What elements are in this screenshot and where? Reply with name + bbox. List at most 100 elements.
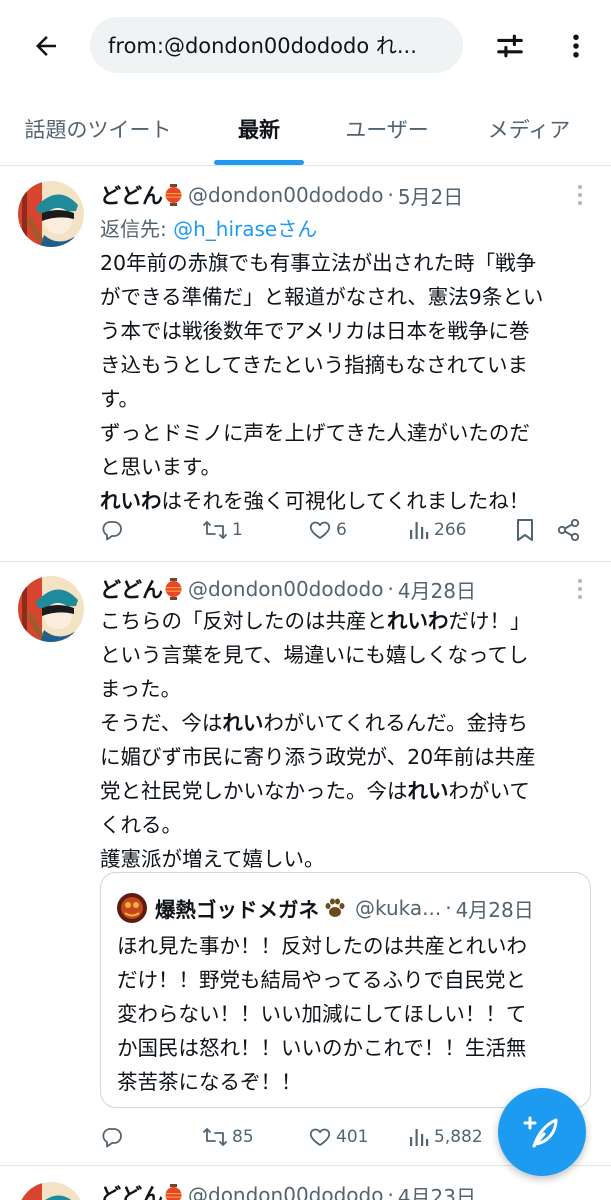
tweet[interactable]: どどん @dondon00dododo · 4月23日 <box>0 1166 611 1200</box>
separator-dot: · <box>387 183 394 207</box>
reply-button[interactable] <box>100 515 128 545</box>
user-handle[interactable]: @dondon00dododo <box>188 1183 383 1200</box>
quoted-tweet-text: ほれ見た事か！！反対したのは共産とれいわ だけ！！野党も結局やってるふりで自民党… <box>117 929 577 1099</box>
retweet-button[interactable]: 1 <box>202 515 243 545</box>
display-name[interactable]: どどん <box>100 1180 163 1200</box>
search-filter-button[interactable] <box>486 22 534 70</box>
avatar-illustration-icon <box>18 181 84 247</box>
lantern-icon <box>165 1184 182 1200</box>
tweet-text-line: に媚びず市民に寄り添う政党が、20年前は共産 <box>100 745 536 769</box>
tweet-text-line: まった。 <box>100 677 182 701</box>
separator-dot: · <box>387 577 394 601</box>
tweet-text-fragment: 党と社民党しかいなかった。今は <box>100 779 408 803</box>
tweet-text: 20年前の赤旗でも有事立法が出された時「戦争 ができる準備だ」と報道がなされ、憲… <box>100 246 590 518</box>
tab-top[interactable]: 話題のツイート <box>0 92 196 166</box>
tweet-text-line: くれる。 <box>100 813 182 837</box>
more-vertical-icon <box>578 185 582 205</box>
feather-plus-icon <box>523 1116 558 1148</box>
avatar[interactable] <box>18 181 84 247</box>
heart-icon <box>309 1128 331 1146</box>
lantern-icon <box>165 578 182 600</box>
display-name[interactable]: どどん <box>100 180 163 210</box>
like-button[interactable]: 6 <box>308 515 347 545</box>
reply-prefix: 返信先: <box>100 217 174 241</box>
reply-mention-link[interactable]: @h_hiraseさん <box>173 217 317 241</box>
tweet-text-line: だけ！！野党も結局やってるふりで自民党と <box>117 968 526 992</box>
separator-dot: · <box>387 1183 394 1200</box>
top-bar: from:@dondon00dododo れ... <box>0 0 611 92</box>
tweet-text-fragment: わがいてくれるんだ。金持ち <box>263 711 529 735</box>
share-button[interactable] <box>556 515 582 545</box>
display-name[interactable]: どどん <box>100 574 163 604</box>
avatar-illustration-icon <box>18 576 84 642</box>
tweet-text-line: という言葉を見て、場違いにも嬉しくなってし <box>100 643 529 667</box>
tweet-text-line: 20年前の赤旗でも有事立法が出された時「戦争 <box>100 251 537 275</box>
paw-icon <box>323 897 347 919</box>
lantern-icon <box>165 184 182 206</box>
tweet-text-line: ができる準備だ」と報道がなされ、憲法9条とい <box>100 285 544 309</box>
user-handle[interactable]: @dondon00dododo <box>188 577 383 601</box>
tweet-header: どどん @dondon00dododo · 5月2日 <box>100 180 463 210</box>
separator-dot: · <box>445 896 452 920</box>
tweet-date[interactable]: 4月23日 <box>398 1181 476 1200</box>
tweet-text-line: ずっとドミノに声を上げてきた人達がいたのだ <box>100 421 530 445</box>
quoted-tweet-date[interactable]: 4月28日 <box>456 894 534 923</box>
retweet-icon <box>203 521 227 539</box>
tweet-text-line: う本では戦後数年でアメリカは日本を戦争に巻 <box>100 319 530 343</box>
search-tabs: 話題のツイート 最新 ユーザー メディア <box>0 92 611 166</box>
tweet-text-line: そうだ、今はれいわがいてくれるんだ。金持ち <box>100 706 590 740</box>
back-button[interactable] <box>22 22 70 70</box>
more-vertical-icon <box>573 34 579 58</box>
view-count: 5,882 <box>434 1127 483 1147</box>
tweet-text-fragment: こちらの「反対したのは共産と <box>100 609 387 633</box>
tweet-text-line: 護憲派が増えて嬉しい。 <box>100 847 325 871</box>
reply-button[interactable] <box>100 1122 128 1152</box>
tab-people[interactable]: ユーザー <box>322 92 452 166</box>
highlighted-term: れいわ <box>100 489 162 513</box>
tweet-text-fragment: わがいて <box>448 779 530 803</box>
compose-tweet-button[interactable] <box>498 1088 586 1176</box>
highlighted-term: れい <box>407 779 449 803</box>
tweet[interactable]: どどん @dondon00dododo · 5月2日 返信先: @h_hiras… <box>0 167 611 562</box>
view-count: 266 <box>434 520 467 540</box>
tweet-text-line: こちらの「反対したのは共産とれいわだけ！」 <box>100 604 590 638</box>
tweet-text-line: か国民は怒れ！！いいのかこれで！！生活無 <box>117 1036 527 1060</box>
reply-context: 返信先: @h_hiraseさん <box>100 213 317 242</box>
quoted-user-handle[interactable]: @kuka... <box>355 896 441 920</box>
views-button[interactable]: 266 <box>408 515 466 545</box>
retweet-button[interactable]: 85 <box>202 1122 254 1152</box>
quoted-display-name[interactable]: 爆熱ゴッドメガネ <box>155 893 319 923</box>
tweet-text: こちらの「反対したのは共産とれいわだけ！」 という言葉を見て、場違いにも嬉しくな… <box>100 604 590 876</box>
views-button[interactable]: 5,882 <box>408 1122 483 1152</box>
tweet-text-line: と思います。 <box>100 455 221 479</box>
avatar[interactable] <box>18 1182 84 1200</box>
quoted-avatar[interactable] <box>117 893 147 923</box>
tab-latest[interactable]: 最新 <box>200 92 318 166</box>
retweet-icon <box>203 1128 227 1146</box>
highlighted-term: れいわ <box>387 609 449 633</box>
tweet-text-line: き込もうとしてきたという指摘もなされていま <box>100 353 529 377</box>
tweet-text-fragment: そうだ、今は <box>100 711 223 735</box>
search-input[interactable]: from:@dondon00dododo れ... <box>90 17 463 73</box>
search-query-text: from:@dondon00dododo れ... <box>108 34 417 58</box>
tweet-date[interactable]: 5月2日 <box>398 181 463 210</box>
tweet-more-button[interactable] <box>570 574 590 604</box>
user-handle[interactable]: @dondon00dododo <box>188 183 383 207</box>
tweet-text-line: 茶苦茶になるぞ！！ <box>117 1070 302 1094</box>
sliders-icon <box>497 34 523 58</box>
avatar[interactable] <box>18 576 84 642</box>
share-icon <box>557 518 580 542</box>
quoted-tweet[interactable]: 爆熱ゴッドメガネ @kuka... · 4月28日 ほれ見た事か！！反対したのは… <box>100 872 591 1108</box>
tweet-more-button[interactable] <box>570 180 590 210</box>
bookmark-button[interactable] <box>514 515 536 545</box>
tweet-text-line: 党と社民党しかいなかった。今はれいわがいて <box>100 774 590 808</box>
like-button[interactable]: 401 <box>308 1122 368 1152</box>
tweet-date[interactable]: 4月28日 <box>398 575 476 604</box>
tab-media[interactable]: メディア <box>456 92 602 166</box>
like-count: 401 <box>336 1127 369 1147</box>
more-options-button[interactable] <box>552 22 600 70</box>
active-tab-indicator <box>214 160 304 165</box>
quoted-tweet-header: 爆熱ゴッドメガネ @kuka... · 4月28日 <box>117 893 534 923</box>
like-count: 6 <box>336 520 347 540</box>
tweet-header: どどん @dondon00dododo · 4月28日 <box>100 574 476 604</box>
